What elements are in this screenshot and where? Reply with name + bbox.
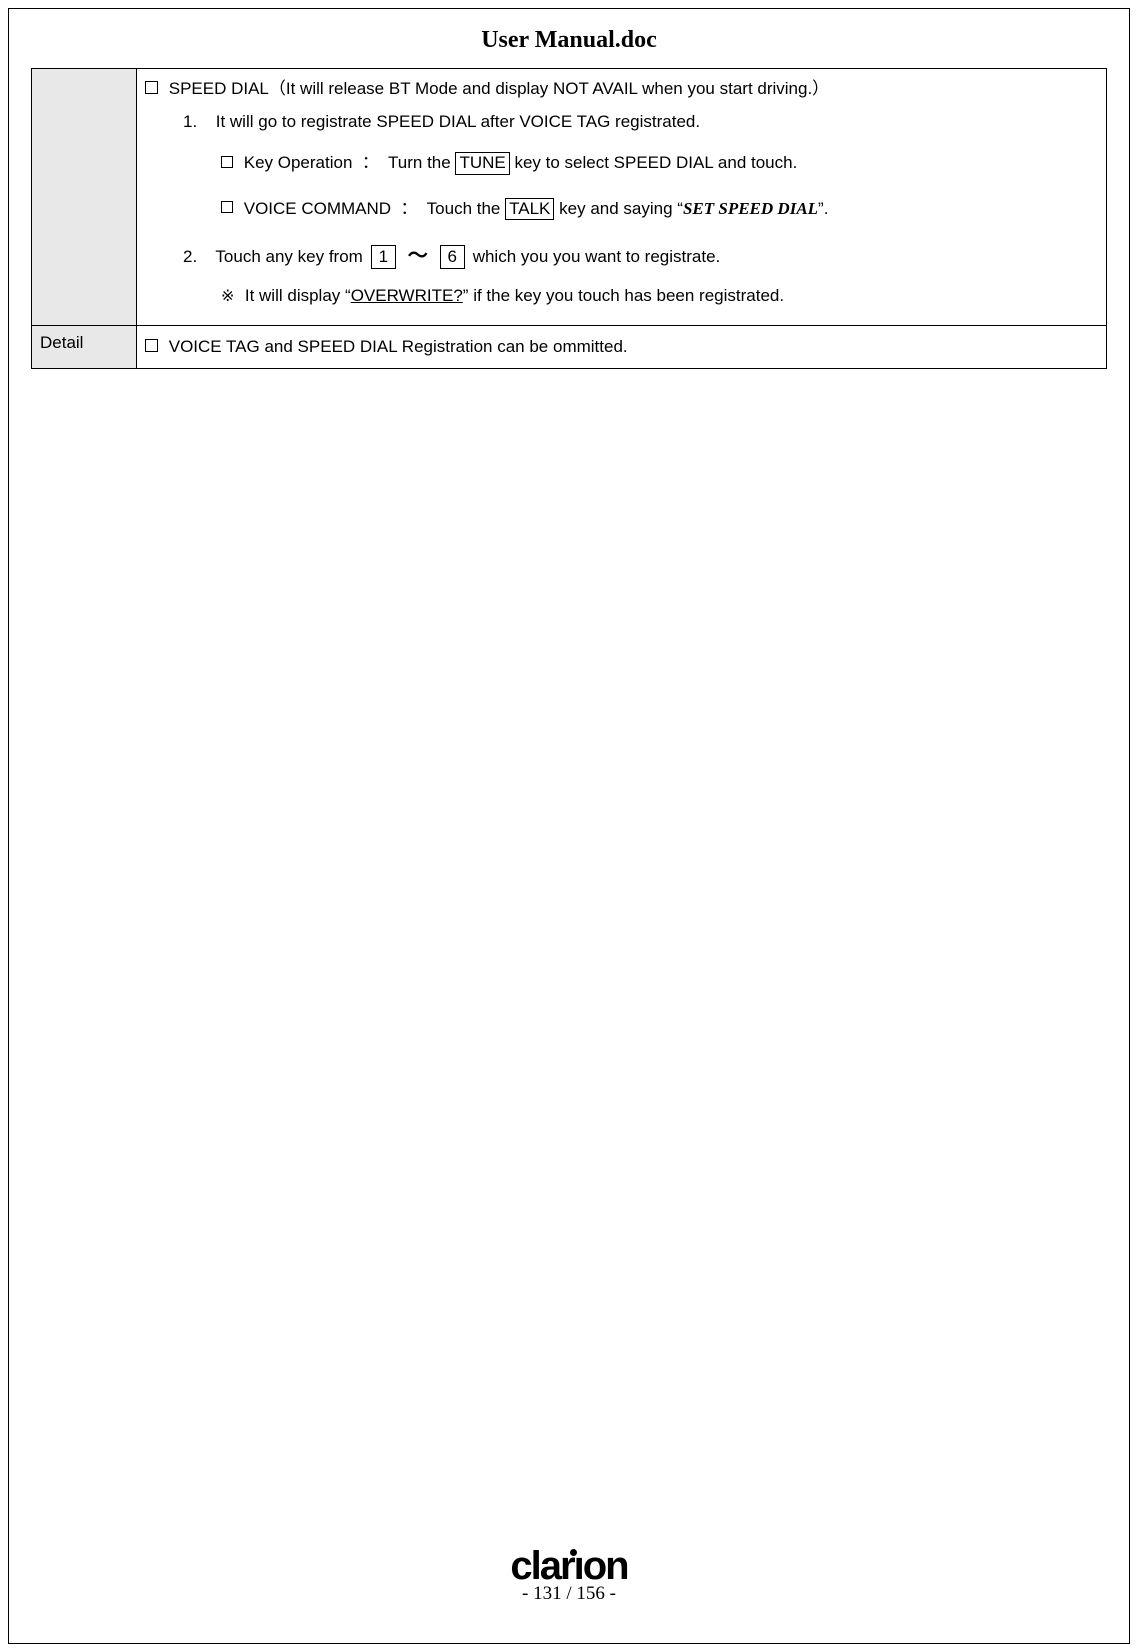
- logo-dot-icon: [570, 1549, 577, 1556]
- note-suffix: if the key you touch has been registrate…: [473, 286, 784, 305]
- note-line: ※ It will display “OVERWRITE?” if the ke…: [145, 282, 1098, 310]
- checkbox-icon: [221, 201, 233, 213]
- voice-command-line: VOICE COMMAND ： Touch the TALK key and s…: [145, 195, 1098, 222]
- page-footer: clarıon - 131 / 156 -: [9, 1546, 1129, 1605]
- tilde-icon: ～: [408, 245, 428, 267]
- key-op-label: Key Operation: [244, 153, 353, 172]
- item2-prefix: Touch any key from: [215, 247, 362, 266]
- separator: ：: [362, 153, 379, 172]
- overwrite-text: OVERWRITE?: [351, 286, 463, 305]
- voice-cmd-mid: key and saying: [559, 199, 672, 218]
- key-op-prefix: Turn the: [388, 153, 451, 172]
- page-sep: /: [566, 1583, 571, 1604]
- reference-mark-icon: ※: [221, 288, 235, 305]
- key-op-suffix: key to select SPEED DIAL and touch.: [514, 153, 797, 172]
- item1-text: It will go to registrate SPEED DIAL afte…: [216, 112, 700, 131]
- close-quote: ”: [463, 286, 469, 305]
- detail-text: VOICE TAG and SPEED DIAL Registration ca…: [169, 337, 628, 356]
- row1-content-cell: SPEED DIAL（It will release BT Mode and d…: [137, 69, 1107, 326]
- key-1-box: 1: [371, 245, 396, 269]
- speed-dial-title: SPEED DIAL（It will release BT Mode and d…: [169, 79, 829, 98]
- checkbox-icon: [221, 156, 233, 168]
- row1-label-cell: [32, 69, 137, 326]
- manual-table: SPEED DIAL（It will release BT Mode and d…: [31, 68, 1107, 369]
- page-number: - 131 / 156 -: [9, 1583, 1129, 1605]
- checkbox-icon: [145, 339, 158, 352]
- period: .: [824, 199, 829, 218]
- item2-suffix: which you you want to registrate.: [473, 247, 721, 266]
- talk-key-box: TALK: [505, 198, 554, 220]
- page-total: 156: [576, 1583, 605, 1604]
- key-operation-line: Key Operation ： Turn the TUNE key to sel…: [145, 149, 1098, 176]
- item-2: 2. Touch any key from 1 ～ 6 which you yo…: [145, 240, 1098, 272]
- page-suffix: -: [610, 1583, 616, 1604]
- voice-phrase: SET SPEED DIAL: [683, 199, 818, 218]
- voice-cmd-prefix: Touch the: [427, 199, 501, 218]
- row2-content-cell: VOICE TAG and SPEED DIAL Registration ca…: [137, 326, 1107, 368]
- table-row-speed-dial: SPEED DIAL（It will release BT Mode and d…: [32, 69, 1107, 326]
- item-1: 1. It will go to registrate SPEED DIAL a…: [145, 108, 1098, 135]
- key-6-box: 6: [440, 245, 465, 269]
- item1-number: 1.: [183, 108, 211, 135]
- item2-number: 2.: [183, 243, 211, 270]
- document-title: User Manual.doc: [31, 27, 1107, 54]
- note-prefix: It will display: [245, 286, 340, 305]
- content-wrapper: User Manual.doc SPEED DIAL（It will relea…: [9, 9, 1129, 387]
- page-current: 131: [533, 1583, 562, 1604]
- page-border: User Manual.doc SPEED DIAL（It will relea…: [8, 8, 1130, 1644]
- page-prefix: -: [522, 1583, 528, 1604]
- table-row-detail: Detail VOICE TAG and SPEED DIAL Registra…: [32, 326, 1107, 368]
- clarion-logo: clarıon: [9, 1546, 1129, 1586]
- row2-label-cell: Detail: [32, 326, 137, 368]
- checkbox-icon: [145, 81, 158, 94]
- speed-dial-title-line: SPEED DIAL（It will release BT Mode and d…: [145, 75, 1098, 102]
- separator: ：: [401, 199, 418, 218]
- voice-cmd-label: VOICE COMMAND: [244, 199, 391, 218]
- tune-key-box: TUNE: [455, 152, 509, 174]
